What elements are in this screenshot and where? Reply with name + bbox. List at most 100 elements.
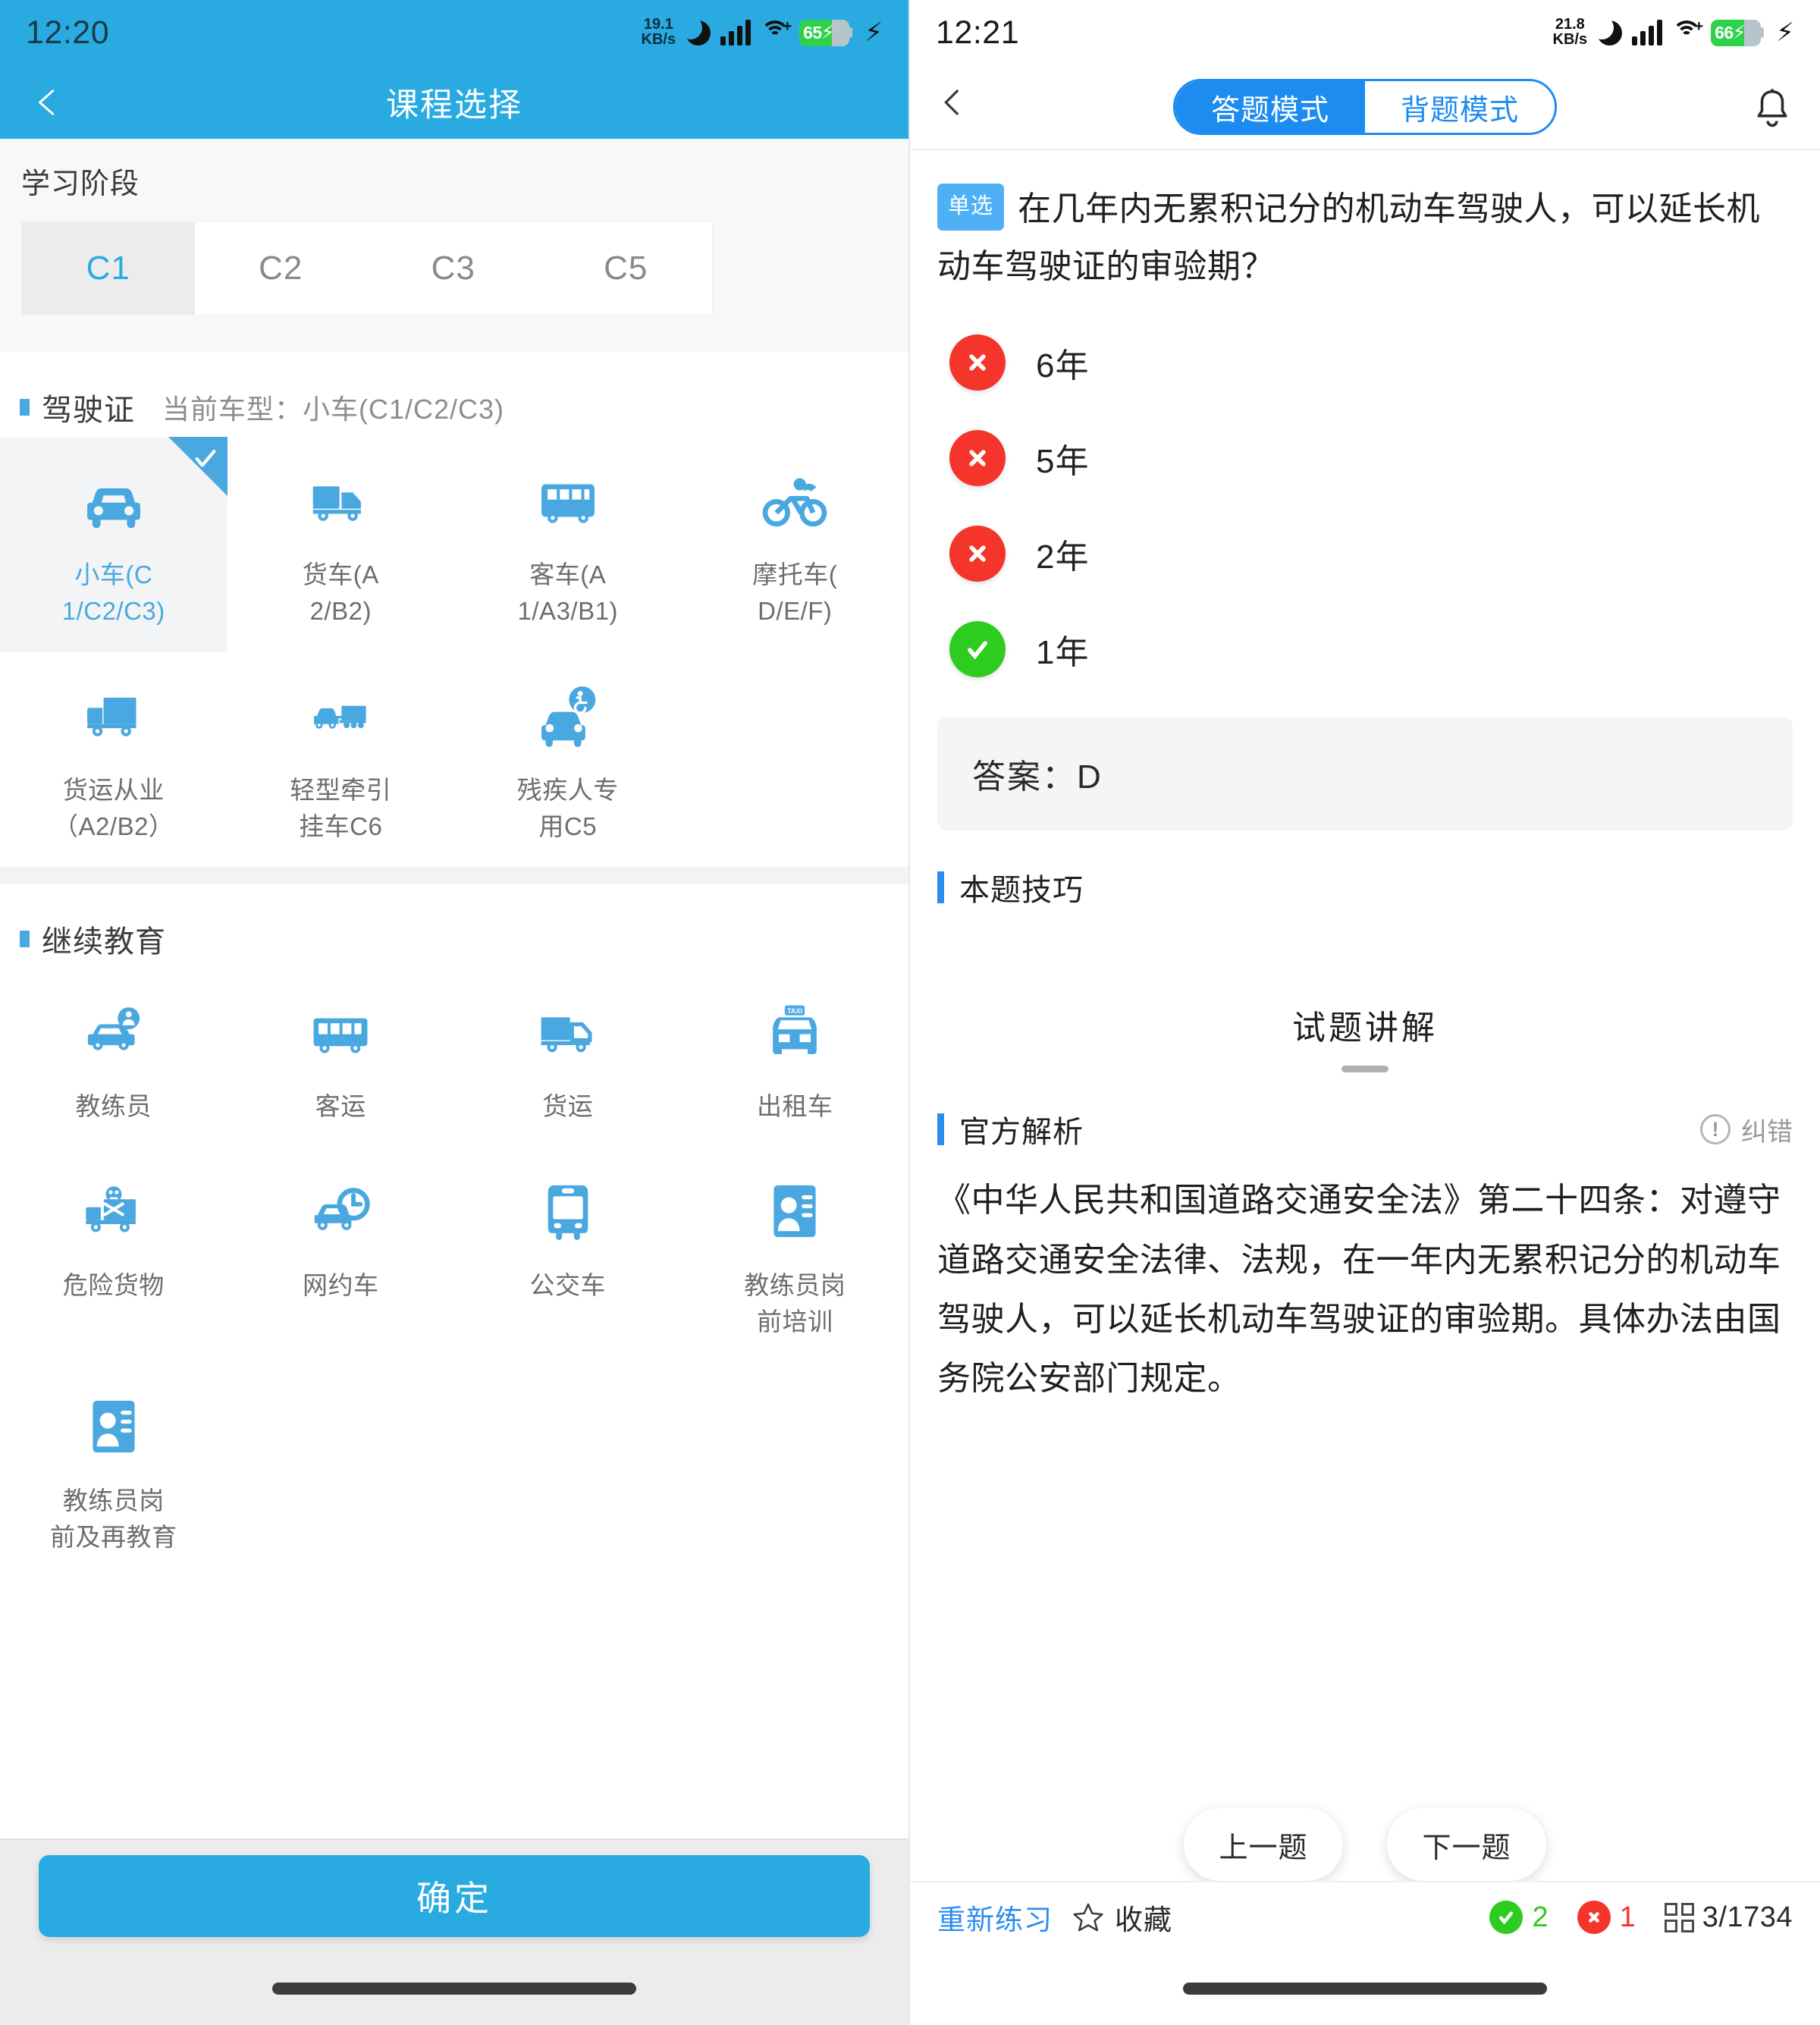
ride-hailing-icon bbox=[309, 1173, 372, 1249]
edu-cell-instructor-recurrent[interactable]: 教练员岗 前及再教育 bbox=[0, 1363, 228, 1578]
stage-tab-c5[interactable]: C5 bbox=[540, 222, 713, 315]
license-cell-bus[interactable]: 客车(A 1/A3/B1) bbox=[454, 437, 682, 652]
car-trailer-icon bbox=[308, 678, 373, 754]
hazmat-truck-icon bbox=[82, 1173, 146, 1249]
question-type-badge: 单选 bbox=[937, 184, 1005, 231]
edu-cell-hazmat[interactable]: 危险货物 bbox=[0, 1148, 228, 1363]
edu-cell-taxi[interactable]: TAXI 出租车 bbox=[682, 969, 909, 1148]
study-stage-section: 学习阶段 C1 C2 C3 C5 bbox=[0, 139, 908, 352]
edu-cell-instructor-pretraining[interactable]: 教练员岗 前培训 bbox=[682, 1148, 909, 1363]
question-block: 单选 在几年内无累积记分的机动车驾驶人，可以延长机动车驾驶证的审验期？ bbox=[910, 150, 1820, 295]
home-indicator-area-right bbox=[910, 1952, 1820, 2025]
wrong-count: 1 bbox=[1619, 1901, 1636, 1933]
car-icon bbox=[81, 463, 146, 538]
edu-grid: 教练员 客运 货运 TAXI 出租车 危险货物 网约车 公交车 教练员岗 前培训… bbox=[0, 969, 908, 1578]
stage-tab-c2[interactable]: C2 bbox=[195, 222, 368, 315]
wrong-mark-icon bbox=[949, 526, 1006, 582]
license-cell-label-line2: 挂车C6 bbox=[299, 812, 383, 840]
license-current-type: 当前车型：小车(C1/C2/C3) bbox=[162, 394, 505, 425]
charging-bolt-icon: ⚡ bbox=[864, 18, 883, 47]
question-list-button[interactable]: 3/1734 bbox=[1664, 1901, 1793, 1934]
license-cell-label-line2: 用C5 bbox=[538, 812, 598, 840]
bottom-toolbar: 重新练习 收藏 2 1 3/1734 bbox=[910, 1881, 1820, 1952]
next-question-button[interactable]: 下一题 bbox=[1387, 1808, 1546, 1881]
bell-icon bbox=[1757, 89, 1787, 127]
official-analysis-header: 官方解析 ! 纠错 bbox=[910, 1072, 1820, 1151]
edu-cell-ridehailing[interactable]: 网约车 bbox=[228, 1148, 455, 1363]
stage-tab-c1[interactable]: C1 bbox=[22, 222, 195, 315]
edu-cell-label-line2: 前及再教育 bbox=[50, 1522, 177, 1551]
license-section-header: 驾驶证 当前车型：小车(C1/C2/C3) bbox=[0, 359, 908, 437]
edu-section-title: 继续教育 bbox=[42, 925, 166, 959]
edu-cell-instructor[interactable]: 教练员 bbox=[0, 969, 228, 1148]
edu-cell-passenger[interactable]: 客运 bbox=[228, 969, 455, 1148]
license-cell-motorcycle[interactable]: 摩托车( D/E/F) bbox=[682, 437, 909, 652]
taxi-icon: TAXI bbox=[763, 994, 827, 1070]
back-button[interactable] bbox=[937, 84, 980, 130]
charging-bolt-icon: ⚡ bbox=[1776, 18, 1794, 47]
home-indicator[interactable] bbox=[272, 1983, 636, 1995]
mode-tab-recite[interactable]: 背题模式 bbox=[1365, 81, 1555, 133]
license-cell-label-line2: D/E/F) bbox=[758, 596, 833, 625]
wrong-mark-icon bbox=[1577, 1901, 1611, 1934]
navigation-bar: 课程选择 bbox=[0, 65, 908, 139]
edu-section-header: 继续教育 bbox=[0, 891, 908, 969]
section-accent-bar bbox=[937, 871, 944, 904]
license-cell-label-line2: 1/A3/B1) bbox=[517, 596, 618, 625]
edu-cell-label: 公交车 bbox=[529, 1271, 606, 1300]
option-row[interactable]: 2年 bbox=[937, 506, 1793, 601]
license-cell-label-line1: 残疾人专 bbox=[516, 775, 619, 804]
license-cell-empty bbox=[682, 652, 909, 868]
mode-tab-answer[interactable]: 答题模式 bbox=[1175, 81, 1365, 133]
city-bus-icon bbox=[536, 1173, 600, 1249]
wheelchair-car-icon bbox=[535, 678, 601, 754]
option-row[interactable]: 1年 bbox=[937, 601, 1793, 697]
report-error-button[interactable]: ! 纠错 bbox=[1700, 1111, 1793, 1148]
license-cell-label-line1: 货运从业 bbox=[62, 775, 165, 804]
license-cell-cargo[interactable]: 货运从业 （A2/B2） bbox=[0, 652, 228, 868]
edu-cell-label: 网约车 bbox=[303, 1271, 379, 1300]
minibus-icon bbox=[309, 994, 372, 1070]
home-indicator-area-left bbox=[0, 1952, 908, 2025]
license-cell-car[interactable]: 小车(C 1/C2/C3) bbox=[0, 437, 228, 652]
license-cell-label-line2: 2/B2) bbox=[309, 596, 372, 625]
notification-button[interactable] bbox=[1752, 85, 1793, 129]
signal-bars-icon bbox=[1632, 20, 1663, 46]
network-speed-indicator: 21.8 KB/s bbox=[1553, 17, 1588, 47]
favorite-button[interactable]: 收藏 bbox=[1072, 1897, 1172, 1938]
edu-cell-citybus[interactable]: 公交车 bbox=[454, 1148, 682, 1363]
confirm-bar: 确定 bbox=[0, 1838, 908, 1952]
answer-box: 答案：D bbox=[937, 717, 1793, 831]
report-error-label: 纠错 bbox=[1741, 1117, 1793, 1147]
option-row[interactable]: 5年 bbox=[937, 410, 1793, 506]
license-cell-label-line1: 摩托车( bbox=[752, 560, 838, 589]
explanation-title: 试题讲解 bbox=[1292, 1009, 1438, 1047]
network-speed-unit: KB/s bbox=[1552, 31, 1588, 48]
edu-cell-label: 货运 bbox=[542, 1092, 594, 1121]
home-indicator[interactable] bbox=[1183, 1983, 1547, 1995]
edu-cell-label-line2: 前培训 bbox=[757, 1308, 833, 1336]
battery-icon: 66 ⚡ bbox=[1711, 19, 1762, 46]
section-divider bbox=[0, 867, 908, 884]
option-row[interactable]: 6年 bbox=[937, 315, 1793, 410]
question-text: 在几年内无累积记分的机动车驾驶人，可以延长机动车驾驶证的审验期？ bbox=[937, 190, 1761, 285]
options-list: 6年 5年 2年 1年 bbox=[910, 295, 1820, 697]
option-text: 5年 bbox=[1036, 443, 1090, 481]
truck-icon bbox=[308, 463, 373, 538]
edu-cell-label-line1: 教练员岗 bbox=[62, 1486, 165, 1515]
stage-tab-c3[interactable]: C3 bbox=[367, 222, 540, 315]
question-practice-screen: 12:21 21.8 KB/s + 66 ⚡ ⚡ 答题模式 背题模式 单选 在几… bbox=[910, 0, 1820, 2025]
confirm-button[interactable]: 确定 bbox=[39, 1855, 870, 1937]
license-cell-label-line1: 小车(C bbox=[74, 560, 153, 589]
license-cell-truck[interactable]: 货车(A 2/B2) bbox=[228, 437, 455, 652]
license-cell-trailer[interactable]: 轻型牵引 挂车C6 bbox=[228, 652, 455, 868]
question-header: 答题模式 背题模式 bbox=[910, 65, 1820, 150]
page-title: 课程选择 bbox=[386, 86, 522, 124]
official-analysis-body: 《中华人民共和国道路交通安全法》第二十四条：对遵守道路交通安全法律、法规，在一年… bbox=[937, 1182, 1781, 1398]
prev-question-button[interactable]: 上一题 bbox=[1184, 1808, 1343, 1881]
edu-cell-freight[interactable]: 货运 bbox=[454, 969, 682, 1148]
redo-practice-button[interactable]: 重新练习 bbox=[937, 1897, 1053, 1938]
signal-bars-icon bbox=[720, 20, 752, 46]
license-cell-disabled[interactable]: 残疾人专 用C5 bbox=[454, 652, 682, 868]
dual-screenshot: 12:20 19.1 KB/s + 65 ⚡ ⚡ 课程选择 学习阶段 C1 C2… bbox=[0, 0, 1820, 2025]
